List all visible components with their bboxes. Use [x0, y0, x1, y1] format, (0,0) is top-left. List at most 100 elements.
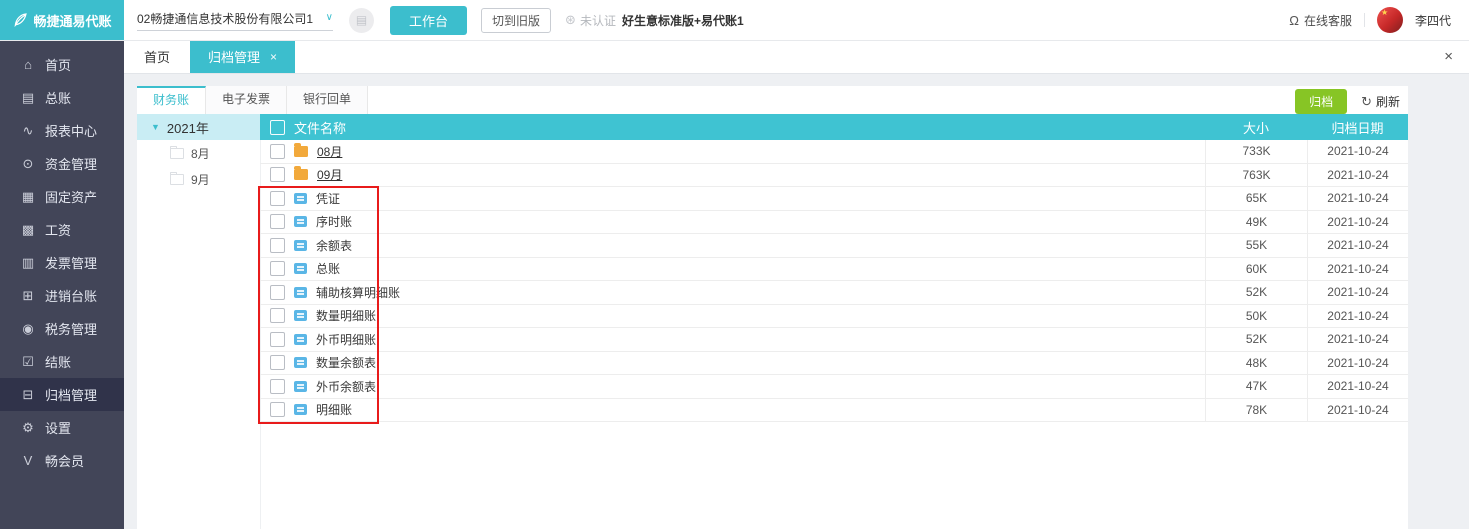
sidebar-item-fixed-assets[interactable]: ▦ 固定资产	[0, 180, 124, 213]
closing-icon: ☑	[22, 353, 34, 369]
sidebar-item-purchase-sales[interactable]: ⊞ 进销台账	[0, 279, 124, 312]
tree-month-label: 9月	[191, 172, 210, 187]
row-checkbox[interactable]	[270, 402, 285, 418]
file-name: 明细账	[316, 403, 353, 418]
toolbar: 归档 ↻ 刷新	[1295, 89, 1400, 114]
table-row[interactable]: 09月 763K 2021-10-24	[260, 163, 1408, 187]
table-row[interactable]: 序时账 49K 2021-10-24	[260, 210, 1408, 234]
tree-node-year[interactable]: ▼ 2021年	[137, 114, 260, 140]
archive-date: 2021-10-24	[1307, 140, 1408, 163]
purchase-sales-icon: ⊞	[22, 287, 34, 303]
switch-old-version-button[interactable]: 切到旧版	[481, 7, 552, 33]
file-name-link[interactable]: 08月	[317, 143, 342, 160]
sidebar-item-settings[interactable]: ⚙ 设置	[0, 411, 124, 444]
sidebar-item-label: 发票管理	[45, 256, 98, 271]
row-checkbox[interactable]	[270, 308, 285, 324]
close-icon[interactable]: ×	[1428, 48, 1469, 65]
calendar-icon[interactable]: ▤	[349, 7, 374, 33]
table-row[interactable]: 数量明细账 50K 2021-10-24	[260, 304, 1408, 328]
sidebar-item-ledger[interactable]: ▤ 总账	[0, 81, 124, 114]
logo-text: 畅捷通易代账	[33, 13, 112, 29]
table-row[interactable]: 外币明细账 52K 2021-10-24	[260, 328, 1408, 352]
file-icon	[294, 333, 307, 345]
sidebar-item-closing[interactable]: ☑ 结账	[0, 345, 124, 378]
archive-date: 2021-10-24	[1307, 187, 1408, 210]
row-checkbox[interactable]	[270, 331, 285, 347]
sidebar-item-archive[interactable]: ⊟ 归档管理	[0, 378, 124, 411]
row-checkbox[interactable]	[270, 284, 285, 300]
table-row[interactable]: 明细账 78K 2021-10-24	[260, 398, 1408, 422]
file-size: 55K	[1205, 234, 1307, 257]
file-icon	[294, 286, 307, 298]
file-name: 总账	[316, 262, 341, 277]
topbar: 畅捷通易代账 02畅捷通信息技术股份有限公司1 ∨ ▤ 工作台 切到旧版 ⊛ 未…	[0, 0, 1469, 41]
archive-date: 2021-10-24	[1307, 328, 1408, 351]
tree-month-label: 8月	[191, 146, 210, 161]
sidebar-item-home[interactable]: ⌂ 首页	[0, 48, 124, 81]
row-checkbox[interactable]	[270, 214, 285, 230]
tree-expand-icon[interactable]: ▼	[151, 122, 160, 132]
username[interactable]: 李四代	[1415, 12, 1451, 29]
row-checkbox[interactable]	[270, 143, 285, 159]
archive-button[interactable]: 归档	[1295, 89, 1348, 114]
fixed-assets-icon: ▦	[21, 188, 35, 204]
sidebar-item-label: 资金管理	[45, 157, 98, 172]
row-checkbox[interactable]	[270, 167, 285, 183]
file-name: 余额表	[316, 238, 353, 253]
file-size: 50K	[1205, 304, 1307, 327]
avatar[interactable]: ★	[1376, 7, 1403, 33]
sidebar-item-member[interactable]: V 畅会员	[0, 444, 124, 477]
close-icon[interactable]: ×	[270, 50, 277, 64]
member-icon: V	[23, 453, 33, 468]
subtab[interactable]: 银行回单	[287, 86, 369, 114]
subtab[interactable]: 财务账	[137, 86, 207, 114]
refresh-button[interactable]: ↻ 刷新	[1361, 93, 1400, 110]
sidebar-item-invoice[interactable]: ▥ 发票管理	[0, 246, 124, 279]
workbench-button[interactable]: 工作台	[390, 5, 468, 35]
row-checkbox[interactable]	[270, 190, 285, 206]
sidebar-item-salary[interactable]: ▩ 工资	[0, 213, 124, 246]
select-all-checkbox[interactable]	[270, 119, 285, 135]
settings-icon: ⚙	[22, 419, 34, 435]
tree-node-month[interactable]: 9月	[137, 166, 260, 192]
file-size: 49K	[1205, 210, 1307, 233]
row-checkbox[interactable]	[270, 261, 285, 277]
file-size: 763K	[1205, 163, 1307, 186]
table-row[interactable]: 数量余额表 48K 2021-10-24	[260, 351, 1408, 375]
sidebar-item-label: 结账	[45, 355, 72, 370]
file-name-link[interactable]: 09月	[317, 166, 342, 183]
home-icon: ⌂	[24, 57, 32, 72]
file-size: 65K	[1205, 187, 1307, 210]
sidebar-item-funds[interactable]: ⊙ 资金管理	[0, 147, 124, 180]
cell-name: 外币明细账	[260, 328, 1205, 351]
subtab[interactable]: 电子发票	[206, 86, 288, 114]
company-select[interactable]: 02畅捷通信息技术股份有限公司1 ∨	[137, 10, 333, 31]
tab-archive-management[interactable]: 归档管理 ×	[190, 40, 296, 73]
table-row[interactable]: 总账 60K 2021-10-24	[260, 257, 1408, 281]
tree-node-month[interactable]: 8月	[137, 140, 260, 166]
table-row[interactable]: 08月 733K 2021-10-24	[260, 140, 1408, 164]
cell-name: 凭证	[260, 187, 1205, 210]
divider	[1363, 13, 1365, 27]
archive-date: 2021-10-24	[1307, 375, 1408, 398]
file-icon	[294, 357, 307, 369]
table-row[interactable]: 凭证 65K 2021-10-24	[260, 187, 1408, 211]
column-header-name: 文件名称	[294, 120, 347, 136]
cert-icon: ⊛	[565, 12, 576, 27]
app-logo: 畅捷通易代账	[0, 0, 124, 40]
table-row[interactable]: 余额表 55K 2021-10-24	[260, 234, 1408, 258]
table-row[interactable]: 辅助核算明细账 52K 2021-10-24	[260, 281, 1408, 305]
sidebar-item-report-center[interactable]: ∿ 报表中心	[0, 114, 124, 147]
folder-outline-icon	[170, 145, 184, 159]
table-row[interactable]: 外币余额表 47K 2021-10-24	[260, 375, 1408, 399]
row-checkbox[interactable]	[270, 355, 285, 371]
cell-name: 总账	[260, 258, 1205, 281]
online-service-link[interactable]: Ω 在线客服	[1289, 12, 1352, 29]
row-checkbox[interactable]	[270, 237, 285, 253]
sidebar-item-tax[interactable]: ◉ 税务管理	[0, 312, 124, 345]
header-cell-name: 文件名称	[260, 114, 1205, 140]
column-header-size: 大小	[1242, 120, 1269, 136]
tab-home[interactable]: 首页	[124, 40, 190, 73]
tab-label: 归档管理	[208, 50, 261, 65]
row-checkbox[interactable]	[270, 378, 285, 394]
